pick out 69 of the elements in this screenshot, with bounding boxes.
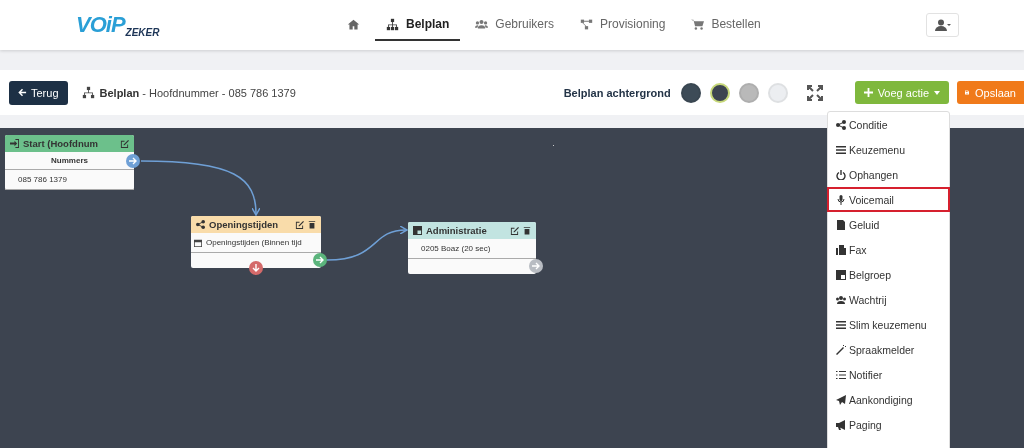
arrow-left-icon	[18, 88, 27, 97]
node-title: Start (Hoofdnum	[23, 138, 99, 149]
output-port-icon[interactable]	[249, 261, 263, 275]
output-port-icon[interactable]	[126, 154, 140, 168]
menu-item[interactable]: Aankondiging	[828, 387, 949, 412]
floppy-icon	[965, 87, 969, 98]
node-row-text: Openingstijden (Binnen tijd	[206, 238, 302, 247]
user-icon	[934, 19, 951, 31]
page-title: Belplan - Hoofdnummer - 085 786 1379	[99, 86, 296, 99]
group-icon	[836, 269, 846, 280]
menu-item[interactable]: Slim keuzemenu	[828, 312, 949, 337]
fullscreen-icon[interactable]	[806, 84, 823, 101]
menu-item[interactable]: Voicemail	[827, 187, 950, 212]
menu-item[interactable]: Belgroep	[828, 262, 949, 287]
list-icon	[836, 369, 846, 380]
menu-item[interactable]: Keuzemenu	[828, 137, 949, 162]
cart-icon	[691, 17, 705, 31]
sign-in-icon	[10, 139, 19, 148]
users-icon	[836, 294, 846, 305]
flow-node[interactable]: Administratie 0205 Boaz (20 sec)	[408, 222, 536, 274]
node-title: Openingstijden	[209, 219, 280, 230]
users-icon	[475, 17, 489, 31]
file-icon	[836, 219, 846, 230]
sitemap-icon	[386, 17, 399, 31]
bars-icon	[836, 319, 846, 330]
color-swatch[interactable]	[709, 82, 730, 103]
output-port-icon[interactable]	[313, 253, 327, 267]
node-row-text: 0205 Boaz (20 sec)	[421, 244, 491, 253]
menu-item[interactable]: Notifier	[828, 362, 949, 387]
node-title: Administratie	[426, 225, 488, 236]
calendar-icon	[194, 238, 202, 247]
menu-item[interactable]: Paging	[828, 412, 949, 437]
trash-icon[interactable]	[523, 226, 531, 235]
menu-item[interactable]: Wachtrij	[828, 287, 949, 312]
nav-link[interactable]: Bestellen	[680, 9, 772, 41]
mic-icon	[836, 194, 846, 205]
power-icon	[836, 169, 846, 180]
user-menu-button[interactable]	[926, 13, 959, 37]
edit-icon[interactable]	[120, 139, 129, 148]
share-icon	[836, 119, 846, 130]
back-button[interactable]: Terug	[9, 80, 68, 105]
group-icon	[413, 226, 422, 235]
menu-item[interactable]: Ophangen	[828, 162, 949, 187]
edit-icon[interactable]	[295, 220, 304, 229]
output-port-icon[interactable]	[529, 259, 543, 273]
share-icon	[196, 220, 205, 229]
trash-icon[interactable]	[308, 220, 316, 229]
plane-icon	[836, 394, 846, 405]
flow-node[interactable]: Start (Hoofdnum Nummers 085 786 1379	[5, 135, 134, 190]
bullhorn-icon	[836, 419, 846, 430]
menu-item[interactable]: Geluid	[828, 212, 949, 237]
nav-link[interactable]: Belplan	[375, 9, 461, 41]
sitemap-icon	[81, 86, 95, 99]
home-icon	[347, 17, 360, 31]
nav-link[interactable]: Gebruikers	[464, 9, 566, 41]
caret-icon	[934, 90, 940, 95]
menu-item[interactable]: Spraakmelder	[828, 337, 949, 362]
flow-node[interactable]: Openingstijden Openingstijden (Binnen tijd	[191, 216, 321, 268]
node-row-text: 085 786 1379	[18, 175, 67, 184]
fax-icon	[836, 244, 846, 255]
network-icon	[580, 17, 594, 31]
menu-item[interactable]: Fax	[828, 237, 949, 262]
menu-item[interactable]: Conditie	[828, 112, 949, 137]
plus-icon	[863, 88, 873, 97]
edit-icon[interactable]	[510, 226, 519, 235]
background-label: Belplan achtergrond	[563, 86, 671, 99]
wand-icon	[836, 344, 846, 355]
bars-icon	[836, 144, 846, 155]
nav-link[interactable]: Provisioning	[569, 9, 677, 41]
